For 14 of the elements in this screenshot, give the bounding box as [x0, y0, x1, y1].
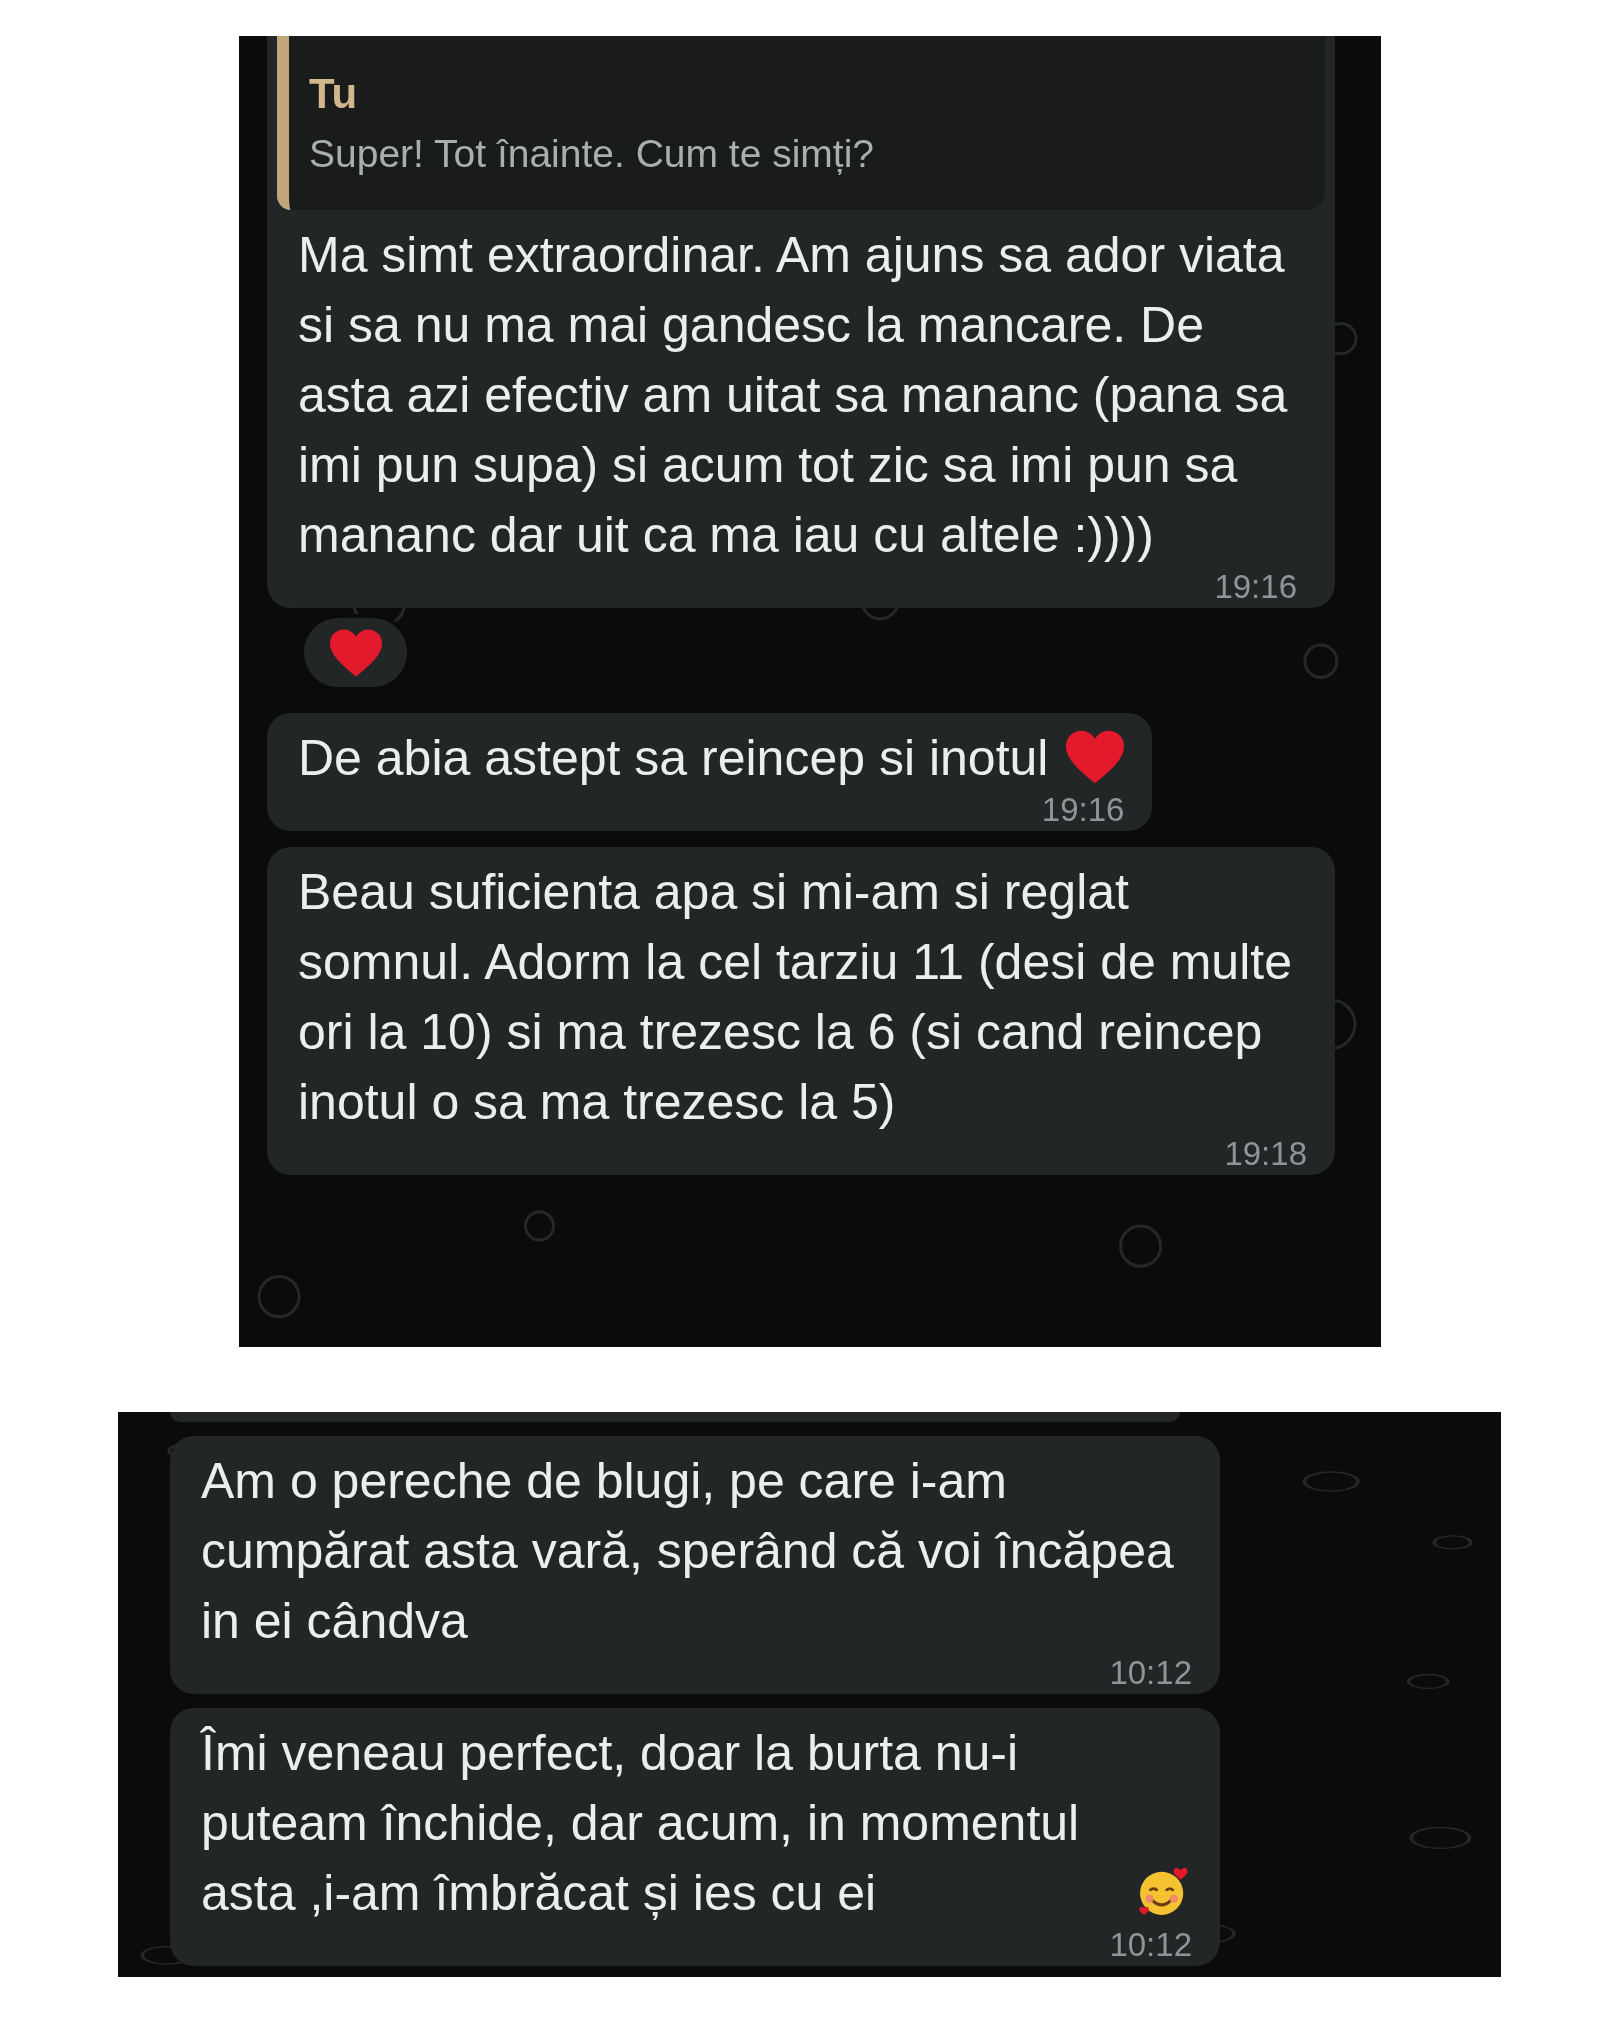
message-text: Îmi veneau perfect, doar la burta nu-i puteam închide, dar acum, in momentul asta ,i-am îmbrăcat și ies cu ei	[201, 1724, 1081, 1923]
message-text: Beau suficienta apa si mi-am si reglat somnul. Adorm la cel tarziu 11 (desi de multe ori la 10) si ma trezesc la 6 (si cand reincep inotul o sa ma trezesc la 5)	[298, 863, 1293, 1132]
quote-text: Super! Tot înainte. Cum te simți?	[309, 132, 876, 176]
message-text: Ma simt extraordinar. Am ajuns sa ador viata si sa nu ma mai gandesc la mancare. De asta azi efectiv am uitat sa mananc (pana sa imi pun supa) si acum tot zic sa imi pun sa mananc dar uit ca ma iau cu altele :))))	[298, 226, 1289, 565]
message-time: 19:16	[1214, 570, 1297, 604]
quote-author: Tu	[309, 70, 359, 118]
message-text: De abia astept sa reincep si inotul	[298, 729, 1049, 788]
message-text: Am o pereche de blugi, pe care i-am cumpărat asta vară, sperând că voi încăpea in ei cândva	[201, 1452, 1175, 1651]
message-time: 19:16	[1041, 793, 1125, 827]
quoted-message[interactable]: Tu Super! Tot înainte. Cum te simți?	[277, 36, 1325, 210]
heart-icon	[329, 628, 382, 677]
message-time: 10:12	[1109, 1656, 1192, 1690]
message-time: 10:12	[1109, 1928, 1192, 1962]
message-time: 19:18	[1224, 1137, 1307, 1171]
